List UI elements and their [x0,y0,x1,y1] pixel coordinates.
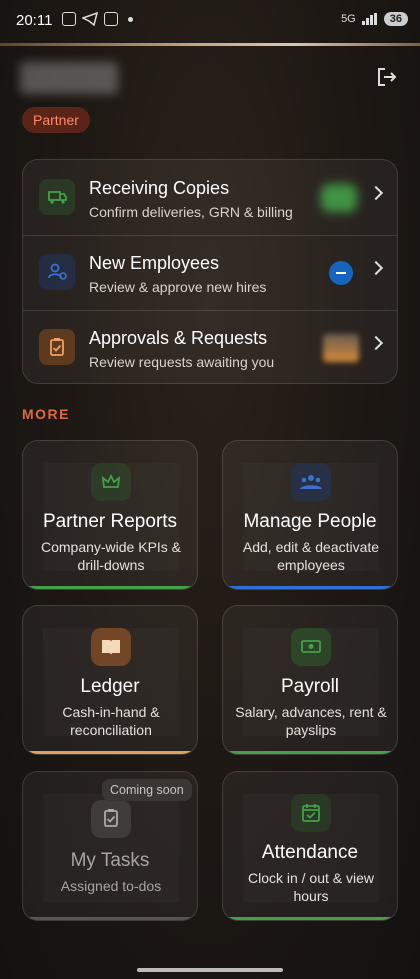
tile-subtitle: Cash-in-hand & reconciliation [62,704,160,738]
user-name-redacted [20,62,118,94]
signal-icon [361,13,377,25]
tile-manage-people[interactable]: Manage People Add, edit & deactivate emp… [222,440,398,590]
system-status: 5G 36 [341,12,408,26]
tile-accent-bar [223,586,397,589]
home-indicator[interactable] [137,968,283,972]
task-list-card: Receiving Copies Confirm deliveries, GRN… [22,159,398,384]
task-row-approvals[interactable]: Approvals & Requests Review requests awa… [23,310,397,383]
coming-soon-badge: Coming soon [102,779,192,801]
section-heading-more: MORE [22,406,70,422]
task-row-new-employees[interactable]: New Employees Review & approve new hires [23,235,397,310]
task-row-receiving-copies[interactable]: Receiving Copies Confirm deliveries, GRN… [23,160,397,235]
telegram-icon [82,12,98,26]
people-icon [291,463,331,501]
tile-ledger[interactable]: Ledger Cash-in-hand & reconciliation [22,605,198,755]
logout-icon[interactable] [376,66,398,88]
status-bar: 20:11 5G 36 [0,0,420,44]
task-title: Approvals & Requests [89,328,268,348]
tile-accent-bar [223,751,397,754]
tile-accent-bar [223,917,397,920]
tile-title: Manage People [243,511,377,532]
crown-icon [91,463,131,501]
role-badge: Partner [22,107,90,133]
task-subtitle: Confirm deliveries, GRN & billing [89,204,293,220]
tile-title: Ledger [80,676,140,697]
count-badge-redacted [321,184,357,212]
tile-subtitle: Add, edit & deactivate employees [242,539,380,573]
tile-title: Payroll [280,676,340,697]
user-add-icon [39,254,75,290]
tile-subtitle: Salary, advances, rent & payslips [235,704,387,738]
tile-title: Attendance [261,842,359,863]
calendar-check-icon [291,794,331,832]
task-title: Receiving Copies [89,178,230,198]
calendar-notification-icon [104,12,118,26]
status-time: 20:11 [16,12,53,29]
tile-title: My Tasks [70,850,150,871]
tile-accent-bar [23,586,197,589]
chevron-right-icon [368,335,384,351]
network-type: 5G [341,13,356,25]
minus-badge-icon [329,261,353,285]
clipboard-icon [91,800,131,838]
tile-attendance[interactable]: Attendance Clock in / out & view hours [222,771,398,921]
tile-partner-reports[interactable]: Partner Reports Company-wide KPIs & dril… [22,440,198,590]
tile-payroll[interactable]: Payroll Salary, advances, rent & payslip… [222,605,398,755]
battery-level: 36 [383,12,408,26]
tile-subtitle: Clock in / out & view hours [247,870,375,904]
tile-subtitle: Assigned to-dos [60,878,162,894]
tile-accent-bar [23,917,197,920]
screenshot-icon [62,12,76,26]
truck-icon [39,179,75,215]
cash-icon [291,628,331,666]
count-badge-redacted [323,334,359,362]
tile-subtitle: Company-wide KPIs & drill-downs [40,539,182,573]
task-subtitle: Review & approve new hires [89,279,267,295]
clipboard-check-icon [39,329,75,365]
more-notifications-dot [128,16,133,22]
chevron-right-icon [368,185,384,201]
notification-icons [62,12,133,26]
header-accent-line [0,43,420,46]
task-title: New Employees [89,253,220,273]
chevron-right-icon [368,260,384,276]
book-icon [91,628,131,666]
task-subtitle: Review requests awaiting you [89,354,275,370]
tile-title: Partner Reports [42,511,178,532]
tile-accent-bar [23,751,197,754]
